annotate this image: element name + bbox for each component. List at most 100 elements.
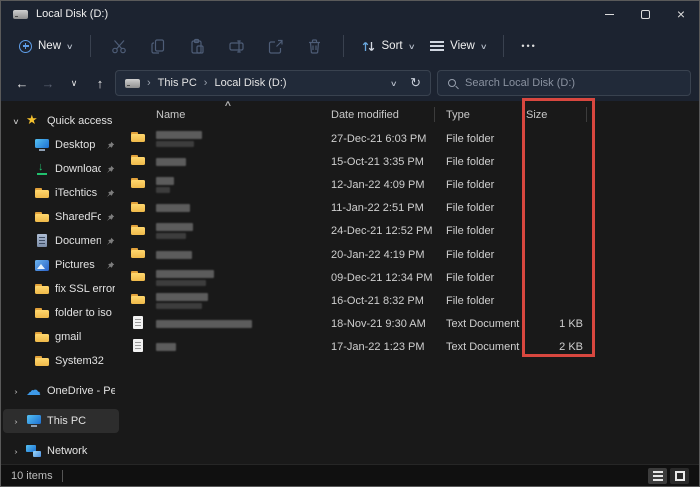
- expand-chevron-icon[interactable]: ∨: [10, 117, 23, 126]
- file-type: File folder: [446, 249, 526, 261]
- plus-circle-icon: [19, 40, 32, 53]
- folder-icon: [130, 291, 146, 307]
- sidebar-item-onedrive-personal[interactable]: › OneDrive - Personal: [3, 379, 119, 403]
- file-list-pane: ∧ Name Date modified Type Size 27-Dec-21…: [121, 101, 699, 464]
- column-divider[interactable]: [434, 107, 435, 122]
- expand-chevron-icon[interactable]: ›: [10, 447, 23, 456]
- file-date-modified: 16-Oct-21 8:32 PM: [331, 295, 446, 307]
- sidebar-item-gmail[interactable]: gmail: [3, 325, 119, 349]
- copy-icon: [150, 38, 167, 55]
- view-button-label: View: [450, 40, 475, 52]
- new-button[interactable]: New ∨: [11, 34, 81, 59]
- maximize-button[interactable]: [627, 1, 663, 27]
- sidebar-item-system32[interactable]: System32: [3, 349, 119, 373]
- breadcrumb[interactable]: › This PC › Local Disk (D:) ∨ ↻: [115, 70, 431, 96]
- file-date-modified: 24-Dec-21 12:52 PM: [331, 225, 446, 237]
- blur-bar: [156, 177, 174, 185]
- breadcrumb-separator-icon: ›: [204, 77, 208, 89]
- sidebar-item-label: Documents: [55, 235, 101, 247]
- sidebar-item-documents[interactable]: Documents: [3, 229, 119, 253]
- sidebar-item-desktop[interactable]: Desktop: [3, 133, 119, 157]
- file-row[interactable]: 12-Jan-22 4:09 PM File folder: [121, 173, 699, 196]
- blur-bar: [156, 131, 202, 139]
- column-header-date[interactable]: Date modified: [331, 109, 446, 121]
- file-list: 27-Dec-21 6:03 PM File folder 15-Oct-21 …: [121, 127, 699, 464]
- folder-icon: [130, 222, 146, 238]
- sidebar-item-label: Pictures: [55, 259, 101, 271]
- column-header-name[interactable]: Name: [156, 109, 331, 121]
- view-button[interactable]: View ∨: [422, 34, 494, 58]
- see-more-button[interactable]: •••: [513, 41, 544, 51]
- file-date-modified: 09-Dec-21 12:34 PM: [331, 272, 446, 284]
- close-button[interactable]: ×: [663, 1, 699, 27]
- column-header-size[interactable]: Size: [526, 109, 586, 121]
- file-row[interactable]: 09-Dec-21 12:34 PM File folder: [121, 266, 699, 289]
- sidebar-item-sharedfolder[interactable]: SharedFolder: [3, 205, 119, 229]
- forward-button[interactable]: →: [35, 70, 61, 96]
- rename-button[interactable]: [217, 33, 256, 60]
- pin-icon: [106, 189, 115, 198]
- file-type: File folder: [446, 272, 526, 284]
- search-input[interactable]: Search Local Disk (D:): [437, 70, 691, 96]
- sort-button[interactable]: Sort ∨: [353, 33, 423, 60]
- column-divider[interactable]: [586, 107, 587, 122]
- sidebar-item-network[interactable]: › Network: [3, 439, 119, 463]
- blur-bar: [156, 158, 186, 166]
- sidebar-item-downloads[interactable]: Downloads: [3, 157, 119, 181]
- file-name-redacted: [156, 320, 331, 328]
- thumbnails-view-button[interactable]: [670, 468, 689, 484]
- sidebar-item-this-pc[interactable]: › This PC: [3, 409, 119, 433]
- sidebar-item-pictures[interactable]: Pictures: [3, 253, 119, 277]
- paste-button[interactable]: [178, 33, 217, 60]
- breadcrumb-this-pc[interactable]: This PC: [158, 77, 197, 89]
- cut-button[interactable]: [100, 33, 139, 60]
- expand-chevron-icon[interactable]: ›: [10, 417, 23, 426]
- file-name-redacted: [156, 343, 331, 351]
- file-type: File folder: [446, 225, 526, 237]
- sidebar-item-quick-access[interactable]: ∨ Quick access: [3, 109, 119, 133]
- file-date-modified: 20-Jan-22 4:19 PM: [331, 249, 446, 261]
- column-header-type[interactable]: Type: [446, 109, 526, 121]
- sidebar-item-folder-to-iso[interactable]: folder to iso: [3, 301, 119, 325]
- sidebar-item-itechtics[interactable]: iTechtics: [3, 181, 119, 205]
- copy-button[interactable]: [139, 33, 178, 60]
- file-row[interactable]: 15-Oct-21 3:35 PM File folder: [121, 150, 699, 173]
- minimize-button[interactable]: [591, 1, 627, 27]
- file-date-modified: 15-Oct-21 3:35 PM: [331, 156, 446, 168]
- address-dropdown-icon[interactable]: ∨: [389, 79, 397, 88]
- file-row[interactable]: 24-Dec-21 12:52 PM File folder: [121, 220, 699, 243]
- folder-icon: [130, 268, 146, 284]
- breadcrumb-separator-icon: ›: [147, 77, 151, 89]
- share-button[interactable]: [256, 33, 295, 60]
- file-size: 1 KB: [526, 318, 586, 330]
- recent-locations-button[interactable]: ∨: [61, 70, 87, 96]
- back-button[interactable]: ←: [9, 70, 35, 96]
- details-view-button[interactable]: [648, 468, 667, 484]
- network-icon: [26, 443, 42, 459]
- file-row[interactable]: 27-Dec-21 6:03 PM File folder: [121, 127, 699, 150]
- search-placeholder: Search Local Disk (D:): [465, 77, 575, 89]
- up-button[interactable]: ↑: [87, 70, 113, 96]
- refresh-icon[interactable]: ↻: [410, 75, 421, 91]
- file-row[interactable]: 17-Jan-22 1:23 PM Text Document 2 KB: [121, 336, 699, 359]
- expand-chevron-icon[interactable]: ›: [10, 387, 23, 396]
- file-row[interactable]: 20-Jan-22 4:19 PM File folder: [121, 243, 699, 266]
- delete-button[interactable]: [295, 33, 334, 60]
- maximize-icon: [641, 10, 650, 19]
- sidebar-item-label: This PC: [47, 415, 115, 427]
- documents-icon: [34, 233, 50, 249]
- folder-icon: [34, 281, 50, 297]
- file-name-redacted: [156, 251, 331, 259]
- blur-bar: [156, 293, 208, 301]
- sidebar-item-label: gmail: [55, 331, 115, 343]
- cloud-icon: [26, 383, 42, 399]
- sidebar-item-fix-ssl-error[interactable]: fix SSL error: [3, 277, 119, 301]
- pin-icon: [106, 165, 115, 174]
- window-controls: ×: [591, 1, 699, 27]
- thispc-icon: [26, 413, 42, 429]
- file-row[interactable]: 11-Jan-22 2:51 PM File folder: [121, 197, 699, 220]
- file-row[interactable]: 18-Nov-21 9:30 AM Text Document 1 KB: [121, 313, 699, 336]
- file-row[interactable]: 16-Oct-21 8:32 PM File folder: [121, 289, 699, 312]
- breadcrumb-current[interactable]: Local Disk (D:): [214, 77, 286, 89]
- blur-bar: [156, 270, 214, 278]
